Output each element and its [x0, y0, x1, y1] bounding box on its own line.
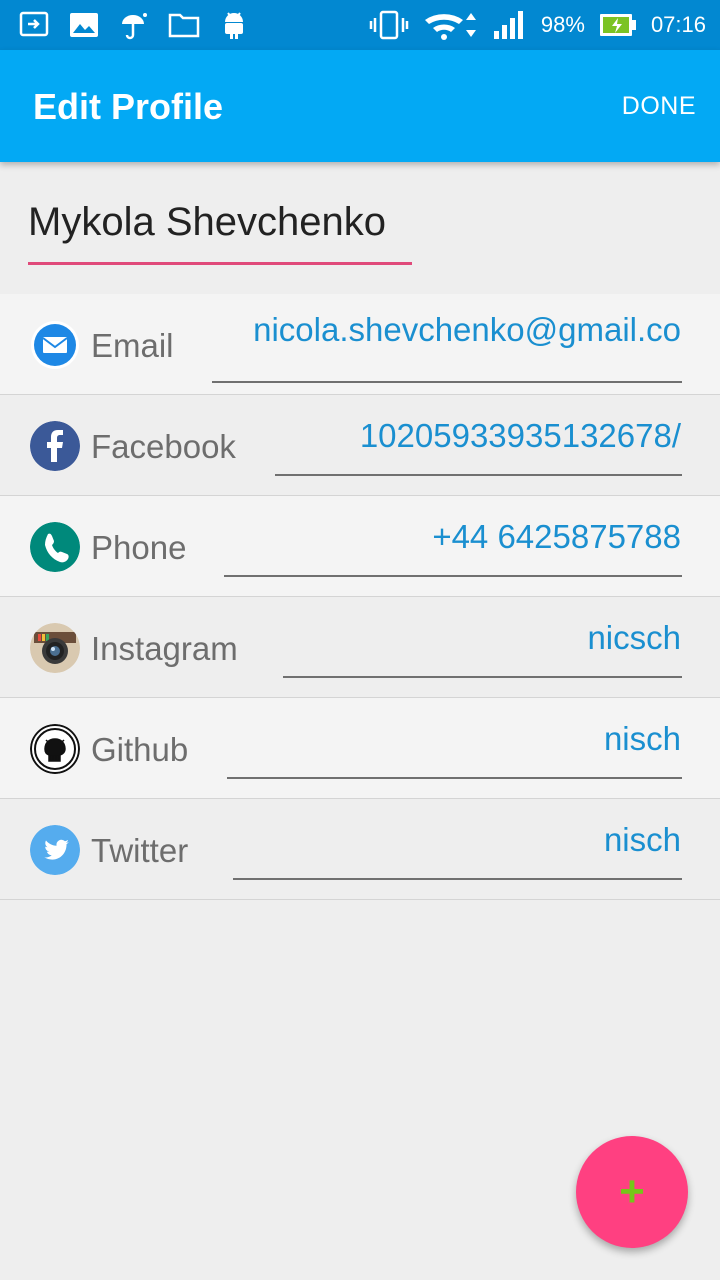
clock: 07:16 [650, 12, 706, 37]
page-title: Edit Profile [33, 86, 224, 127]
instagram-input-underline [283, 676, 682, 678]
weather-notification-icon [118, 9, 150, 41]
phone-row: Phone +44 6425875788 [0, 496, 720, 597]
email-input-underline [212, 381, 682, 383]
instagram-row: Instagram nicsch [0, 597, 720, 698]
twitter-icon [30, 825, 80, 875]
android-notification-icon [218, 9, 250, 41]
phone-input-underline [224, 575, 682, 577]
twitter-input-underline [233, 878, 682, 880]
facebook-icon [30, 421, 80, 471]
vibrate-icon [369, 9, 409, 41]
name-field-underline [28, 262, 412, 265]
email-icon [30, 320, 80, 370]
github-row: Github nisch [0, 698, 720, 799]
phone-input[interactable]: +44 6425875788 [432, 518, 681, 556]
wifi-icon [423, 9, 479, 41]
instagram-label: Instagram [91, 630, 238, 667]
github-input-underline [227, 777, 682, 779]
done-button[interactable]: DONE [622, 92, 696, 121]
screen-cast-notification-icon [18, 9, 50, 41]
battery-percent: 98% [540, 12, 585, 37]
contact-fields-list: Email nicola.shevchenko@gmail.co Faceboo… [0, 294, 720, 900]
status-bar: 98% 07:16 [0, 0, 720, 50]
add-field-button[interactable]: + [576, 1136, 688, 1248]
folder-notification-icon [168, 9, 200, 41]
plus-icon: + [619, 1167, 645, 1216]
facebook-input[interactable]: 10205933935132678/ [360, 417, 681, 455]
app-bar: Edit Profile DONE [0, 50, 720, 162]
instagram-icon [30, 623, 80, 673]
twitter-row: Twitter nisch [0, 799, 720, 900]
instagram-input[interactable]: nicsch [587, 619, 681, 657]
battery-charging-icon [599, 12, 637, 38]
email-input[interactable]: nicola.shevchenko@gmail.co [253, 309, 681, 369]
phone-label: Phone [91, 529, 187, 566]
gallery-notification-icon [68, 9, 100, 41]
name-section: Mykola Shevchenko [0, 162, 720, 294]
email-label: Email [91, 327, 174, 364]
twitter-input[interactable]: nisch [604, 821, 681, 859]
signal-icon [493, 10, 527, 40]
facebook-input-underline [275, 474, 682, 476]
name-field[interactable]: Mykola Shevchenko [28, 200, 386, 245]
github-label: Github [91, 731, 189, 768]
twitter-label: Twitter [91, 832, 189, 869]
facebook-row: Facebook 10205933935132678/ [0, 395, 720, 496]
phone-icon [30, 522, 80, 572]
facebook-label: Facebook [91, 428, 236, 465]
email-row: Email nicola.shevchenko@gmail.co [0, 294, 720, 395]
github-icon [30, 724, 80, 774]
github-input[interactable]: nisch [604, 720, 681, 758]
